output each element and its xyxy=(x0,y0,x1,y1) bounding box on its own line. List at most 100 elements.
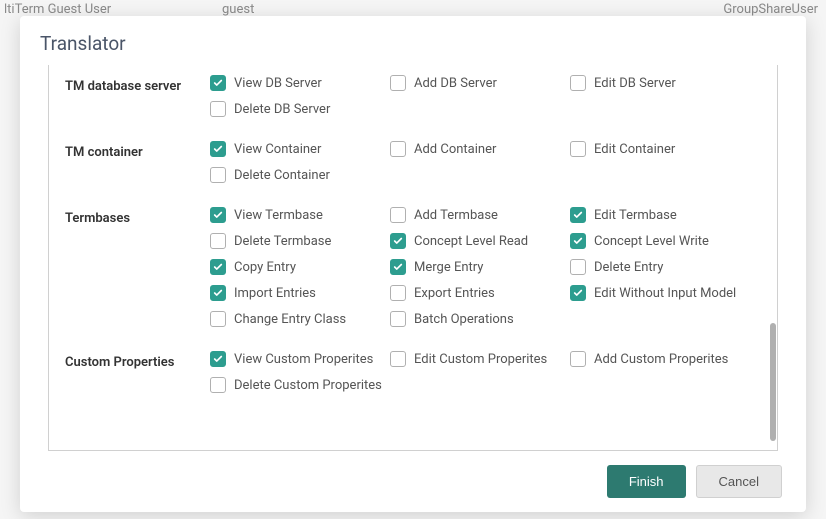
option-add-termbase[interactable]: Add Termbase xyxy=(390,207,570,223)
translator-permissions-modal: Translator TM database server View DB Se… xyxy=(20,16,806,512)
section-tm-database-server: TM database server View DB Server Add DB… xyxy=(65,75,765,127)
option-label: Delete Termbase xyxy=(234,234,331,249)
option-label: Edit DB Server xyxy=(594,76,676,91)
option-label: Copy Entry xyxy=(234,260,296,275)
checkbox-unchecked-icon xyxy=(570,75,586,91)
section-options: View Termbase Add Termbase Edit Termbase… xyxy=(210,207,765,337)
option-label: Delete Entry xyxy=(594,260,663,275)
modal-title: Translator xyxy=(40,32,786,55)
bg-user-col-2: guest xyxy=(222,2,254,17)
option-label: Import Entries xyxy=(234,286,316,301)
option-merge-entry[interactable]: Merge Entry xyxy=(390,259,570,275)
option-label: Delete Custom Properites xyxy=(234,378,382,393)
option-change-entry-class[interactable]: Change Entry Class xyxy=(210,311,390,327)
option-batch-operations[interactable]: Batch Operations xyxy=(390,311,570,327)
checkbox-unchecked-icon xyxy=(210,311,226,327)
checkbox-unchecked-icon xyxy=(390,141,406,157)
option-view-custom-properties[interactable]: View Custom Properites xyxy=(210,351,390,367)
checkbox-checked-icon xyxy=(210,351,226,367)
option-label: Add Termbase xyxy=(414,208,498,223)
option-view-termbase[interactable]: View Termbase xyxy=(210,207,390,223)
checkbox-unchecked-icon xyxy=(570,259,586,275)
option-add-custom-properties[interactable]: Add Custom Properites xyxy=(570,351,750,367)
modal-footer: Finish Cancel xyxy=(20,453,806,512)
section-custom-properties: Custom Properties View Custom Properites… xyxy=(65,351,765,403)
checkbox-checked-icon xyxy=(210,141,226,157)
cancel-button[interactable]: Cancel xyxy=(696,465,782,498)
bg-user-col-1: ltiTerm Guest User xyxy=(4,2,111,17)
option-add-container[interactable]: Add Container xyxy=(390,141,570,157)
section-label: TM container xyxy=(65,141,210,160)
checkbox-unchecked-icon xyxy=(390,351,406,367)
checkbox-unchecked-icon xyxy=(390,207,406,223)
option-edit-container[interactable]: Edit Container xyxy=(570,141,750,157)
option-label: Concept Level Read xyxy=(414,234,528,249)
option-delete-termbase[interactable]: Delete Termbase xyxy=(210,233,390,249)
section-termbases: Termbases View Termbase Add Termbase Edi… xyxy=(65,207,765,337)
checkbox-unchecked-icon xyxy=(570,141,586,157)
checkbox-unchecked-icon xyxy=(210,233,226,249)
section-options: View Custom Properites Edit Custom Prope… xyxy=(210,351,765,403)
option-concept-level-write[interactable]: Concept Level Write xyxy=(570,233,750,249)
option-edit-db-server[interactable]: Edit DB Server xyxy=(570,75,750,91)
option-label: Concept Level Write xyxy=(594,234,709,249)
option-label: Batch Operations xyxy=(414,312,514,327)
checkbox-checked-icon xyxy=(570,207,586,223)
option-concept-level-read[interactable]: Concept Level Read xyxy=(390,233,570,249)
section-options: View Container Add Container Edit Contai… xyxy=(210,141,765,193)
option-label: Delete Container xyxy=(234,168,330,183)
checkbox-checked-icon xyxy=(210,259,226,275)
option-view-db-server[interactable]: View DB Server xyxy=(210,75,390,91)
checkbox-unchecked-icon xyxy=(390,285,406,301)
checkbox-checked-icon xyxy=(570,285,586,301)
option-label: View Custom Properites xyxy=(234,352,373,367)
option-copy-entry[interactable]: Copy Entry xyxy=(210,259,390,275)
option-label: Edit Without Input Model xyxy=(594,286,736,301)
checkbox-unchecked-icon xyxy=(390,311,406,327)
option-export-entries[interactable]: Export Entries xyxy=(390,285,570,301)
option-label: Add Container xyxy=(414,142,496,157)
option-edit-without-input-model[interactable]: Edit Without Input Model xyxy=(570,285,750,301)
option-delete-custom-properties[interactable]: Delete Custom Properites xyxy=(210,377,390,393)
modal-header: Translator xyxy=(20,16,806,65)
option-label: Merge Entry xyxy=(414,260,483,275)
modal-body: TM database server View DB Server Add DB… xyxy=(20,65,806,453)
section-label: TM database server xyxy=(65,75,210,94)
option-label: View Container xyxy=(234,142,321,157)
option-view-container[interactable]: View Container xyxy=(210,141,390,157)
checkbox-unchecked-icon xyxy=(210,377,226,393)
option-label: Edit Container xyxy=(594,142,675,157)
option-label: Add DB Server xyxy=(414,76,497,91)
checkbox-checked-icon xyxy=(210,75,226,91)
finish-button[interactable]: Finish xyxy=(607,465,686,498)
checkbox-unchecked-icon xyxy=(570,351,586,367)
option-delete-db-server[interactable]: Delete DB Server xyxy=(210,101,390,117)
checkbox-unchecked-icon xyxy=(390,75,406,91)
permissions-panel[interactable]: TM database server View DB Server Add DB… xyxy=(48,65,778,451)
section-options: View DB Server Add DB Server Edit DB Ser… xyxy=(210,75,765,127)
checkbox-checked-icon xyxy=(210,285,226,301)
checkbox-unchecked-icon xyxy=(210,101,226,117)
option-label: Delete DB Server xyxy=(234,102,330,117)
option-edit-custom-properties[interactable]: Edit Custom Properites xyxy=(390,351,570,367)
checkbox-checked-icon xyxy=(390,259,406,275)
checkbox-checked-icon xyxy=(390,233,406,249)
option-label: Edit Termbase xyxy=(594,208,677,223)
option-label: Add Custom Properites xyxy=(594,352,728,367)
option-label: Change Entry Class xyxy=(234,312,346,327)
section-label: Custom Properties xyxy=(65,351,210,370)
option-delete-container[interactable]: Delete Container xyxy=(210,167,390,183)
scrollbar-thumb[interactable] xyxy=(770,323,776,441)
option-label: View DB Server xyxy=(234,76,322,91)
option-label: View Termbase xyxy=(234,208,323,223)
option-import-entries[interactable]: Import Entries xyxy=(210,285,390,301)
option-label: Edit Custom Properites xyxy=(414,352,547,367)
bg-user-col-3: GroupShareUser xyxy=(723,2,818,17)
section-label: Termbases xyxy=(65,207,210,226)
checkbox-checked-icon xyxy=(210,207,226,223)
option-edit-termbase[interactable]: Edit Termbase xyxy=(570,207,750,223)
option-delete-entry[interactable]: Delete Entry xyxy=(570,259,750,275)
checkbox-checked-icon xyxy=(570,233,586,249)
checkbox-unchecked-icon xyxy=(210,167,226,183)
option-add-db-server[interactable]: Add DB Server xyxy=(390,75,570,91)
